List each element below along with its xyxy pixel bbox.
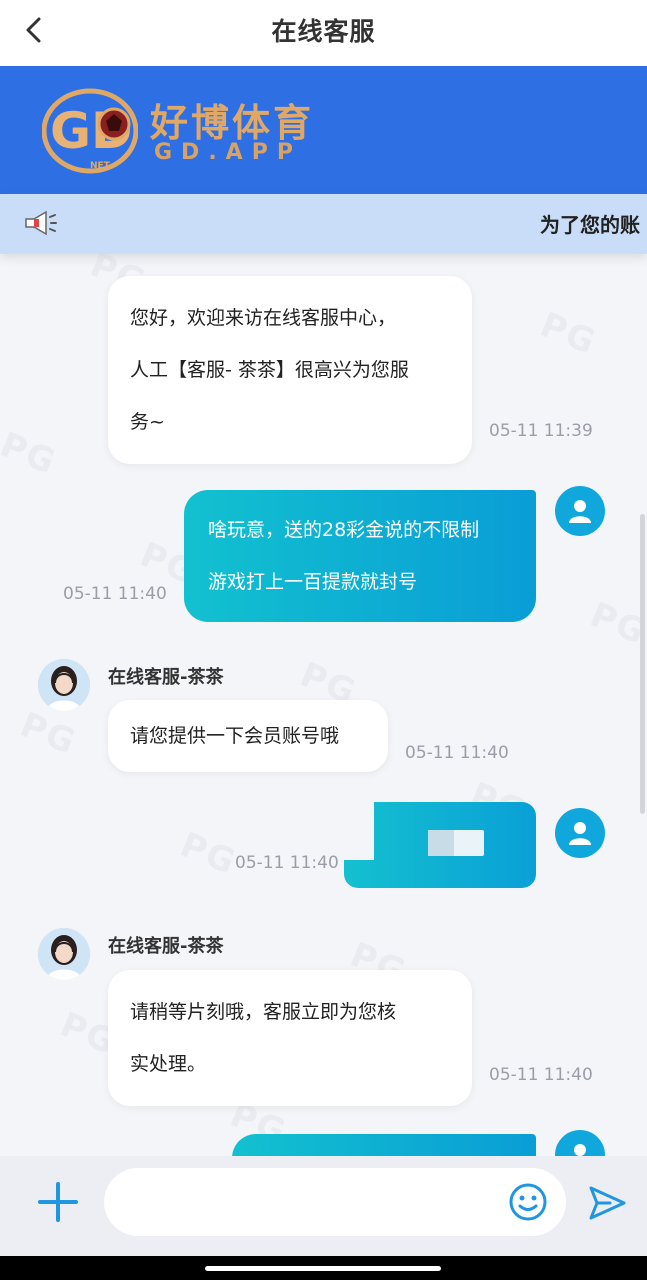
brand-banner: GD NET 好博体育 GD.APP: [0, 66, 647, 194]
agent-avatar-image: [38, 659, 90, 711]
message-line: 务~: [130, 411, 165, 433]
agent-avatar: [38, 928, 90, 980]
message-line: 啥玩意，送的28彩金说的不限制: [208, 519, 480, 541]
home-indicator-bar: [0, 1256, 647, 1280]
user-icon: [569, 822, 591, 845]
user-avatar: [555, 1130, 605, 1156]
message-timestamp: 05-11 11:40: [235, 853, 339, 873]
user-avatar: [555, 486, 605, 536]
chat-list[interactable]: PG PG PG PG PG PG PG PG PG PG PG PG PG 您…: [0, 254, 647, 1156]
message-timestamp: 05-11 11:40: [405, 743, 509, 763]
user-avatar: [555, 808, 605, 858]
megaphone-icon: [25, 210, 57, 236]
page-title: 在线客服: [271, 17, 376, 46]
image-message[interactable]: [344, 802, 536, 888]
brand-logo: GD NET 好博体育 GD.APP: [40, 86, 360, 176]
user-message-bubble: [232, 1134, 536, 1156]
watermark: PG: [584, 594, 647, 654]
message-line: 您好，欢迎来访在线客服中心，: [130, 307, 397, 329]
brand-domain: GD.APP: [154, 140, 302, 165]
svg-text:NET: NET: [90, 161, 111, 171]
message-line: 实处理。: [130, 1053, 207, 1075]
image-corner: [344, 802, 374, 860]
watermark: PG: [0, 424, 63, 484]
user-icon: [569, 500, 591, 523]
agent-avatar: [38, 659, 90, 711]
user-message-bubble: 啥玩意，送的28彩金说的不限制 游戏打上一百提款就封号: [184, 490, 536, 622]
top-bar: 在线客服: [0, 0, 647, 66]
notice-text: 为了您的账: [540, 213, 640, 237]
watermark: PG: [14, 704, 83, 764]
plus-icon[interactable]: [34, 1178, 82, 1226]
brand-name: 好博体育: [150, 101, 315, 145]
agent-message-bubble: 请稍等片刻哦，客服立即为您核 实处理。: [108, 970, 472, 1106]
composer-bar: [0, 1156, 647, 1256]
message-line: 游戏打上一百提款就封号: [208, 571, 418, 593]
message-line: 请稍等片刻哦，客服立即为您核: [130, 1001, 397, 1023]
notice-bar: 为了您的账: [0, 194, 647, 254]
emoji-icon[interactable]: [508, 1182, 548, 1222]
agent-name: 在线客服-茶茶: [108, 936, 224, 957]
message-timestamp: 05-11 11:40: [63, 584, 167, 604]
agent-name: 在线客服-茶茶: [108, 667, 224, 688]
agent-message-bubble: 请您提供一下会员账号哦: [108, 700, 388, 772]
home-indicator[interactable]: [205, 1266, 441, 1271]
chat-scrollbar[interactable]: [640, 514, 645, 814]
logo-emblem: GD NET: [42, 88, 138, 174]
blurred-content: [428, 830, 454, 856]
message-line: 人工【客服- 茶茶】很高兴为您服: [130, 359, 409, 381]
send-icon[interactable]: [586, 1182, 628, 1224]
message-timestamp: 05-11 11:39: [489, 421, 593, 441]
message-line: 请您提供一下会员账号哦: [130, 725, 340, 747]
watermark: PG: [174, 824, 243, 884]
user-icon: [574, 1144, 586, 1156]
message-timestamp: 05-11 11:40: [489, 1065, 593, 1085]
agent-message-bubble: 您好，欢迎来访在线客服中心， 人工【客服- 茶茶】很高兴为您服 务~: [108, 276, 472, 464]
watermark: PG: [534, 304, 603, 364]
message-input[interactable]: [104, 1168, 566, 1236]
agent-avatar-image: [38, 928, 90, 980]
